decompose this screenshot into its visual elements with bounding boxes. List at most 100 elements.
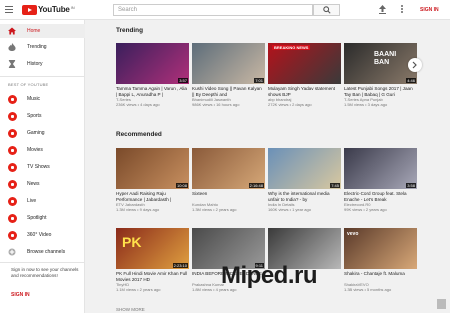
- video-title[interactable]: Why is the international media unfair to…: [268, 191, 341, 202]
- duration-badge: 7:01: [254, 78, 264, 83]
- video-thumbnail[interactable]: vevo: [344, 228, 417, 269]
- video-title[interactable]: Sixteen: [192, 191, 265, 202]
- video-title[interactable]: Kushi Video Song || Pavan Kalyan || By D…: [192, 86, 265, 97]
- video-stats: 986K views • 16 hours ago: [192, 102, 240, 107]
- sidebar-item-label: 360° Video: [27, 232, 52, 238]
- sidebar-item-label: Movies: [27, 147, 43, 153]
- logo-region: IN: [70, 4, 75, 10]
- video-card[interactable]: BAANI BAN 4:46 Latest Punjabi Songs 2017 |…: [344, 43, 417, 107]
- search-button[interactable]: [313, 4, 340, 16]
- sidebar-item-sports[interactable]: Sports: [0, 109, 85, 123]
- duration-badge: 3:57: [178, 78, 188, 83]
- show-more-button[interactable]: SHOW MORE: [116, 307, 145, 312]
- sidebar-item-news[interactable]: News: [0, 177, 85, 191]
- video-thumbnail[interactable]: BREAKING NEWS: [268, 43, 341, 84]
- video-card[interactable]: 3:57 Tamma Tamma Again | Varun , Alia | B…: [116, 43, 189, 107]
- sidebar-item-label: Trending: [27, 44, 47, 50]
- sidebar-item-live[interactable]: Live: [0, 194, 85, 208]
- sidebar-item-label: Sports: [27, 113, 42, 119]
- sign-in-button[interactable]: SIGN IN: [420, 7, 439, 13]
- sidebar-item-360-video[interactable]: 360° Video: [0, 228, 85, 242]
- video-card[interactable]: 2:16:48 Sixteen Kundan Mahto 1.3M views • 2…: [192, 148, 265, 212]
- thumbnail-overlay-text: BAANI BAN: [374, 51, 397, 66]
- sidebar-item-label: News: [27, 181, 40, 187]
- video-title[interactable]: Tamma Tamma Again | Varun , Alia | Bappi…: [116, 86, 189, 97]
- video-title[interactable]: PK Full Hindi Movie Amir Khan Full Movie…: [116, 271, 189, 282]
- hamburger-menu-icon[interactable]: [5, 6, 13, 13]
- sidebar-item-tv-shows[interactable]: TV Shows: [0, 160, 85, 174]
- video-stats: 1.3M views • 9 days ago: [116, 207, 160, 212]
- video-thumbnail[interactable]: BAANI BAN 4:46: [344, 43, 417, 84]
- video-thumbnail[interactable]: 3:57: [116, 43, 189, 84]
- sidebar-divider: [0, 76, 84, 77]
- news-channel-icon: [8, 179, 17, 189]
- sidebar-item-spotlight[interactable]: Spotlight: [0, 211, 85, 225]
- sidebar-item-label: Music: [27, 96, 41, 102]
- video-thumbnail[interactable]: 2:16:48: [192, 148, 265, 189]
- video-stats: 1.1M views • 2 years ago: [116, 287, 161, 292]
- video-thumbnail[interactable]: 10:08: [116, 148, 189, 189]
- video-title[interactable]: Shakira - Chantaje ft. Maluma: [344, 271, 417, 282]
- sidebar-item-label: Live: [27, 198, 37, 204]
- hourglass-icon: [8, 60, 16, 68]
- sidebar-item-label: Home: [27, 28, 41, 34]
- video-thumbnail[interactable]: 3:58: [344, 148, 417, 189]
- youtube-logo[interactable]: YouTube IN: [22, 4, 75, 15]
- sidebar-item-trending[interactable]: Trending: [0, 40, 85, 54]
- video-thumbnail[interactable]: 7:01: [192, 43, 265, 84]
- video-title[interactable]: Mulayam Singh Yadav statement shows BJP: [268, 86, 341, 97]
- flame-icon: [8, 43, 16, 51]
- video-thumbnail[interactable]: 7:45: [268, 148, 341, 189]
- video-title[interactable]: Hyper Aadi Raising Raju Performance | Ja…: [116, 191, 189, 202]
- video-thumbnail[interactable]: PK 2:23:10: [116, 228, 189, 269]
- video-stats: 1.5M views • 3 days ago: [344, 102, 388, 107]
- sidebar-divider: [0, 262, 84, 263]
- sidebar-item-browse-channels[interactable]: Browse channels: [0, 245, 85, 259]
- sidebar-item-history[interactable]: History: [0, 57, 85, 71]
- vevo-logo: vevo: [347, 231, 359, 237]
- sidebar-item-music[interactable]: Music: [0, 92, 85, 106]
- duration-badge: 2:16:48: [248, 183, 264, 188]
- video-card[interactable]: vevo Shakira - Chantaje ft. Maluma Shakira…: [344, 228, 417, 292]
- sports-channel-icon: [8, 111, 17, 121]
- video-title[interactable]: Electric-Cord Group feat. Stela Enache -…: [344, 191, 417, 202]
- top-bar: YouTube IN Search SIGN IN: [0, 0, 450, 20]
- sidebar-item-label: Spotlight: [27, 215, 47, 221]
- play-logo-icon: [22, 4, 37, 15]
- video-card[interactable]: BREAKING NEWS Mulayam Singh Yadav stateme…: [268, 43, 341, 107]
- music-channel-icon: [8, 94, 17, 104]
- video-card[interactable]: 10:08 Hyper Aadi Raising Raju Performance…: [116, 148, 189, 212]
- movies-channel-icon: [8, 145, 17, 155]
- video-card[interactable]: 7:45 Why is the international media unfai…: [268, 148, 341, 212]
- more-options-icon[interactable]: [401, 5, 403, 14]
- logo-text: YouTube: [38, 5, 70, 14]
- video-card[interactable]: PK 2:23:10 PK Full Hindi Movie Amir Khan F…: [116, 228, 189, 292]
- video-stats: 99K views • 2 years ago: [344, 207, 387, 212]
- search-icon: [323, 6, 331, 14]
- video-card[interactable]: 7:01 Kushi Video Song || Pavan Kalyan || …: [192, 43, 265, 107]
- search-input[interactable]: Search: [113, 4, 313, 16]
- duration-badge: 7:45: [330, 183, 340, 188]
- video-stats: 236K views • 4 days ago: [116, 102, 160, 107]
- 360-video-channel-icon: [8, 230, 17, 240]
- sidebar-item-label: History: [27, 61, 43, 67]
- home-icon: [8, 27, 16, 35]
- video-title[interactable]: Latest Punjabi Songs 2017 | Jaan Tay Ban…: [344, 86, 417, 97]
- video-stats: 272K views • 2 days ago: [268, 102, 312, 107]
- spotlight-channel-icon: [8, 213, 17, 223]
- sidebar-item-gaming[interactable]: Gaming: [0, 126, 85, 140]
- video-stats: 160K views • 1 year ago: [268, 207, 311, 212]
- sidebar-item-movies[interactable]: Movies: [0, 143, 85, 157]
- tv-shows-channel-icon: [8, 162, 17, 172]
- duration-badge: 4:46: [406, 78, 416, 83]
- video-stats: 1.3B views • 5 months ago: [344, 287, 392, 292]
- video-card[interactable]: 3:58 Electric-Cord Group feat. Stela Enac…: [344, 148, 417, 212]
- next-arrow-button[interactable]: [408, 58, 422, 72]
- sidebar-item-home[interactable]: Home: [0, 24, 85, 38]
- upload-icon[interactable]: [379, 5, 386, 14]
- sidebar-sign-in-link[interactable]: SIGN IN: [11, 292, 30, 298]
- live-channel-icon: [8, 196, 17, 206]
- recommended-section-title: Recommended: [116, 131, 162, 138]
- chevron-right-icon: [412, 61, 417, 69]
- sign-in-note: Sign in now to see your channels and rec…: [11, 267, 79, 278]
